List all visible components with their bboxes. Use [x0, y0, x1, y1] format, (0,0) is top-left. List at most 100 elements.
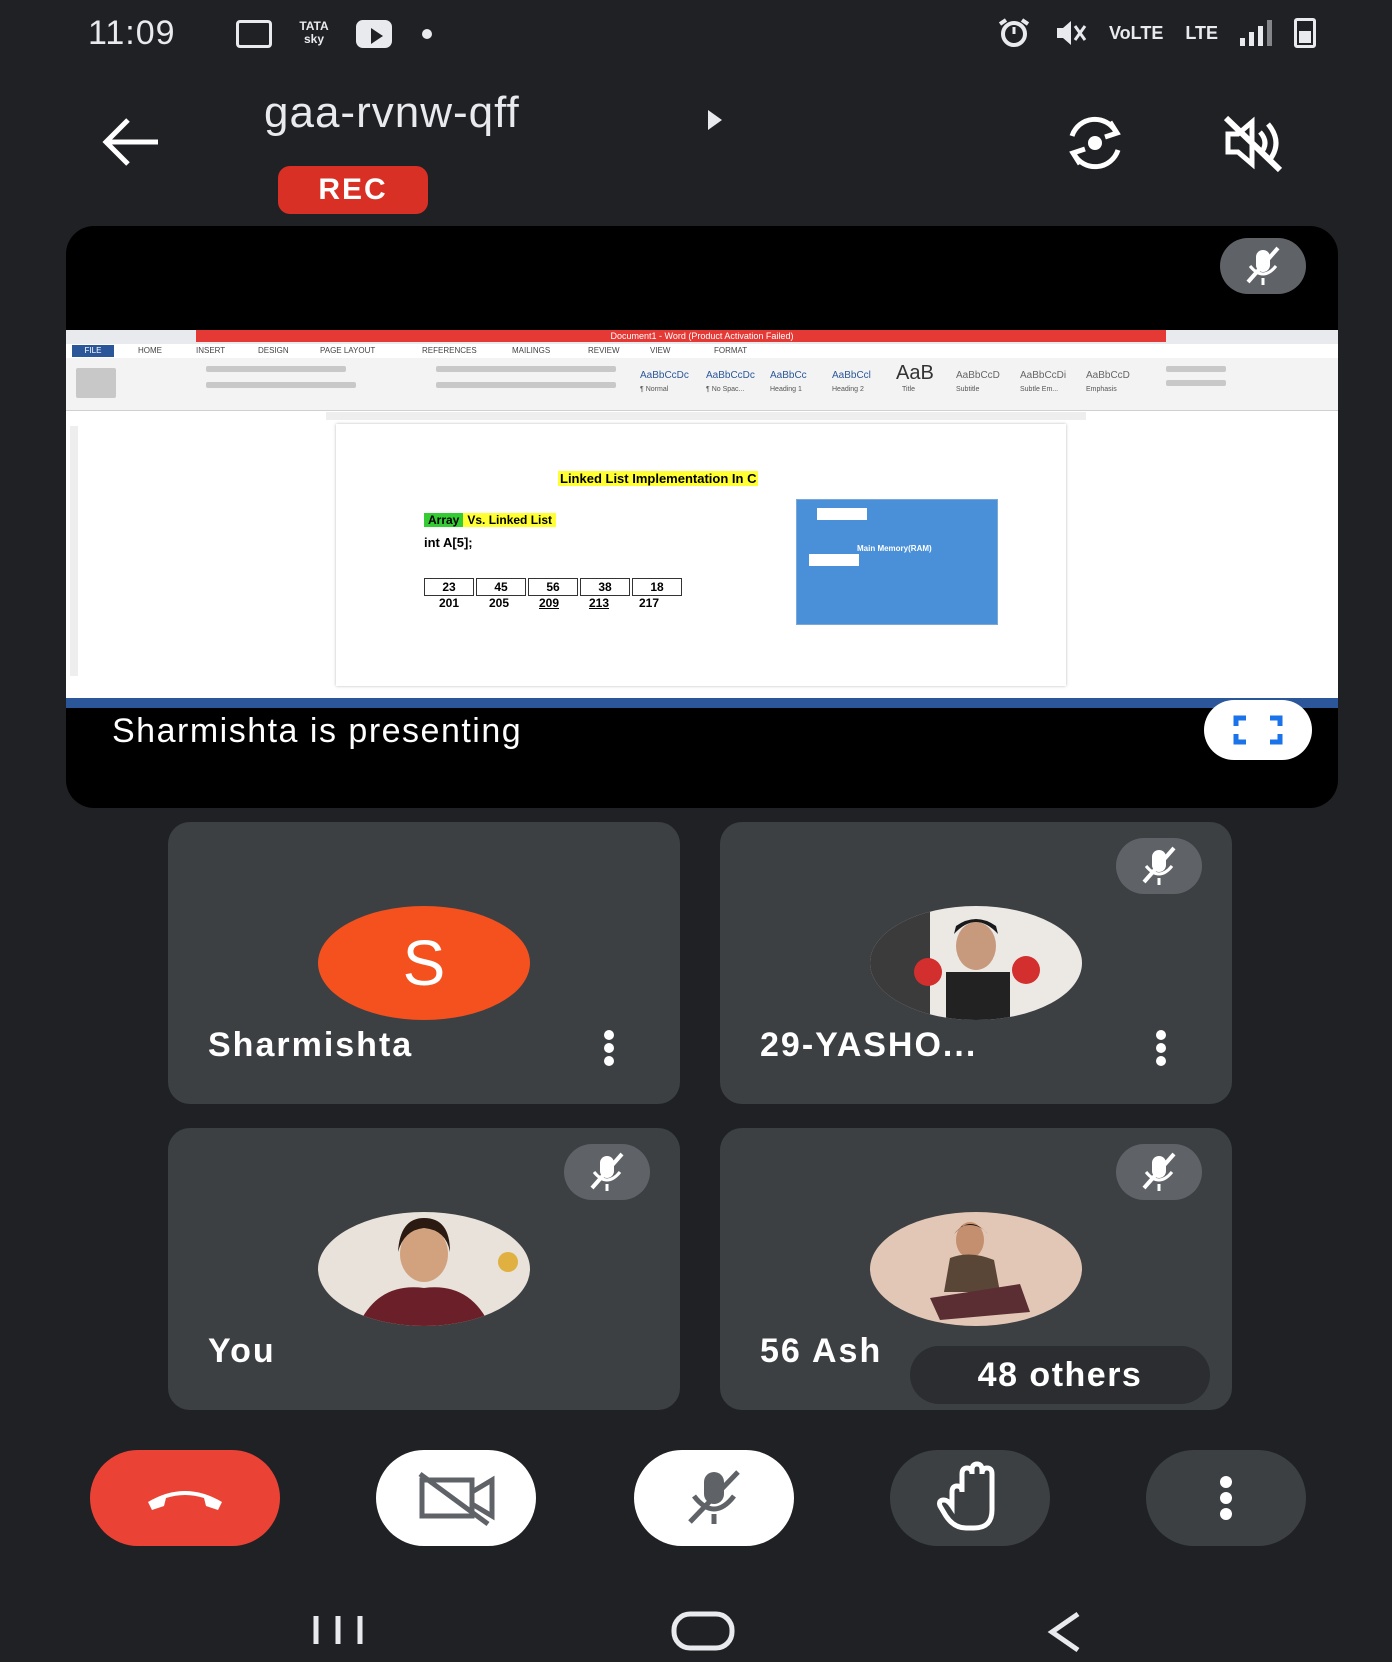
- style-no-spacing: AaBbCcDc: [706, 370, 755, 381]
- doc-title: Linked List Implementation In C: [558, 471, 759, 486]
- app-screen: 11:09 TATA sky VoLTE LTE gaa-rvnw-qff REC: [6, 0, 1386, 1662]
- word-window-title: Document1 - Word (Product Activation Fai…: [610, 331, 794, 341]
- more-options-button[interactable]: [1146, 1450, 1306, 1546]
- camera-toggle-button[interactable]: [376, 1450, 536, 1546]
- avatar: [870, 1212, 1082, 1326]
- style-name-heading-1: Heading 1: [770, 386, 802, 393]
- word-title-bar: Document1 - Word (Product Activation Fai…: [66, 330, 1338, 344]
- switch-camera-icon[interactable]: [1060, 110, 1130, 176]
- array-address: 205: [488, 596, 510, 610]
- array-address: 209: [538, 596, 560, 610]
- participant-mic-status: [564, 1144, 650, 1200]
- raise-hand-button[interactable]: [890, 1450, 1050, 1546]
- array-addresses: 201 205 209 213 217: [424, 596, 674, 610]
- mute-icon: [1057, 21, 1087, 45]
- presenting-label: Sharmishta is presenting: [112, 712, 523, 750]
- others-count-badge[interactable]: 48 others: [910, 1346, 1210, 1404]
- gallery-icon: [236, 20, 272, 48]
- word-status-bar: [66, 698, 1338, 708]
- array-cell: 23: [424, 578, 474, 596]
- memory-label: Main Memory(RAM): [857, 544, 932, 553]
- horizontal-ruler: [326, 412, 1086, 420]
- replace-controls: [1166, 380, 1226, 386]
- mic-toggle-button[interactable]: [634, 1450, 794, 1546]
- home-icon[interactable]: [668, 1610, 738, 1654]
- avatar: [318, 1212, 530, 1326]
- avatar: [870, 906, 1082, 1020]
- phone-hangup-icon: [148, 1491, 222, 1510]
- alarm-icon: [998, 18, 1030, 47]
- word-tab-references: REFERENCES: [422, 346, 477, 355]
- memory-slot: [809, 554, 859, 566]
- word-tab-view: VIEW: [650, 346, 671, 355]
- participant-mic-status: [1116, 838, 1202, 894]
- volte-icon: VoLTE: [1109, 22, 1164, 43]
- meeting-details-caret-icon[interactable]: [708, 110, 722, 130]
- font-format-controls: [206, 382, 356, 388]
- array-cell: 56: [528, 578, 578, 596]
- meeting-code[interactable]: gaa-rvnw-qff: [264, 88, 520, 138]
- word-tab-home: HOME: [138, 346, 162, 355]
- status-bar: 11:09 TATA sky VoLTE LTE: [6, 0, 1386, 70]
- font-controls: [206, 366, 346, 372]
- recents-icon[interactable]: [306, 1610, 376, 1650]
- paragraph-align-controls: [436, 382, 616, 388]
- doc-array-label: Array: [424, 513, 464, 527]
- presentation-tile[interactable]: Document1 - Word (Product Activation Fai…: [66, 226, 1338, 808]
- participant-menu-button[interactable]: [602, 1030, 616, 1066]
- doc-vs-label: Vs. Linked List: [463, 513, 557, 527]
- memory-slot: [817, 508, 867, 520]
- word-tab-design: DESIGN: [258, 346, 289, 355]
- status-right-icons: VoLTE LTE: [997, 18, 1316, 48]
- back-icon[interactable]: [1040, 1610, 1090, 1654]
- participant-tile-yasho[interactable]: 29-YASHO...: [720, 822, 1232, 1104]
- word-ribbon: AaBbCcDc AaBbCcDc AaBbCc AaBbCcl AaB AaB…: [66, 358, 1338, 411]
- doc-array-heading: Array Vs. Linked List: [424, 513, 557, 527]
- end-call-button[interactable]: [90, 1450, 280, 1546]
- participant-menu-button[interactable]: [1154, 1030, 1168, 1066]
- document-page: Linked List Implementation In C Array Vs.…: [336, 424, 1066, 686]
- avatar: S: [318, 906, 530, 1020]
- mic-off-icon: [1142, 1152, 1176, 1191]
- array-cells: 23 45 56 38 18: [424, 578, 684, 596]
- participant-tile-sharmishta[interactable]: S Sharmishta: [168, 822, 680, 1104]
- battery-icon: [1294, 18, 1316, 48]
- status-time: 11:09: [88, 14, 176, 52]
- presenter-mic-status: [1220, 238, 1306, 294]
- style-name-normal: ¶ Normal: [640, 386, 669, 393]
- more-vert-icon: [1220, 1476, 1232, 1520]
- word-tab-mailings: MAILINGS: [512, 346, 551, 355]
- participant-name: You: [208, 1332, 276, 1370]
- paste-icon: [76, 368, 116, 398]
- editing-controls: [1166, 366, 1226, 372]
- participant-tile-others[interactable]: 56 Ash 48 others: [720, 1128, 1232, 1410]
- signal-icon: [1240, 20, 1272, 46]
- array-cell: 45: [476, 578, 526, 596]
- array-cell: 38: [580, 578, 630, 596]
- mic-off-icon: [590, 1152, 624, 1191]
- array-cell: 18: [632, 578, 682, 596]
- youtube-icon: [356, 20, 392, 48]
- camera-off-icon: [418, 1471, 495, 1527]
- participant-tile-you[interactable]: You: [168, 1128, 680, 1410]
- back-arrow-icon[interactable]: [98, 112, 162, 172]
- word-ribbon-tabs: FILE HOME INSERT DESIGN PAGE LAYOUT REFE…: [66, 344, 1338, 359]
- style-heading-2: AaBbCcl: [832, 370, 871, 381]
- word-tab-format: FORMAT: [714, 346, 748, 355]
- style-subtle-emphasis: AaBbCcDi: [1020, 370, 1067, 381]
- speaker-off-icon[interactable]: [1218, 110, 1288, 176]
- style-name-no-spacing: ¶ No Spac...: [706, 386, 745, 393]
- memory-diagram: Main Memory(RAM): [796, 499, 998, 625]
- fullscreen-button[interactable]: [1204, 700, 1312, 760]
- fullscreen-icon: [1233, 715, 1283, 745]
- array-address: 213: [588, 596, 610, 610]
- style-emphasis: AaBbCcD: [1086, 370, 1130, 381]
- paragraph-controls: [436, 366, 616, 372]
- doc-code: int A[5];: [424, 535, 473, 550]
- mic-off-icon: [688, 1470, 740, 1524]
- rec-badge: REC: [278, 166, 428, 214]
- word-tab-file: FILE: [72, 345, 114, 357]
- vertical-ruler: [70, 426, 78, 676]
- shared-screen: Document1 - Word (Product Activation Fai…: [66, 330, 1338, 708]
- style-name-heading-2: Heading 2: [832, 386, 864, 393]
